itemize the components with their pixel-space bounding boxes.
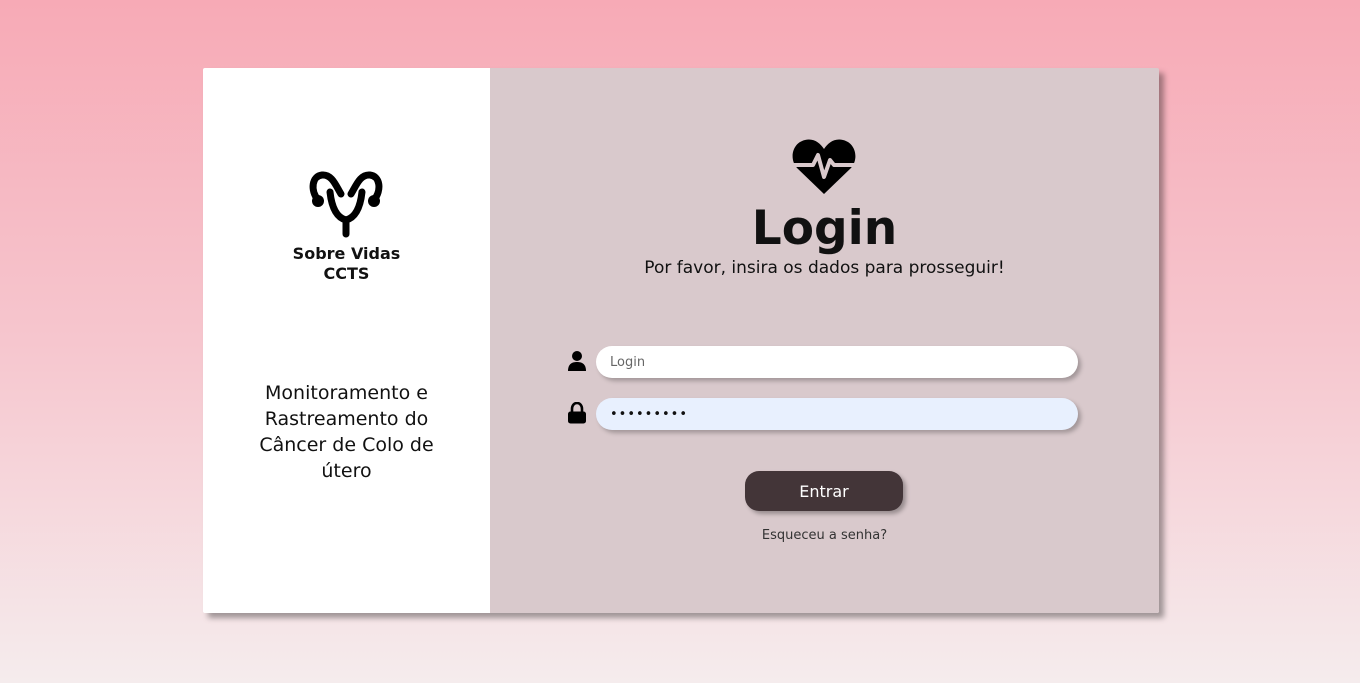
uterus-icon — [309, 171, 383, 238]
login-input[interactable] — [596, 346, 1078, 378]
tagline: Monitoramento e Rastreamento do Câncer d… — [259, 382, 434, 482]
page-title: Login — [751, 201, 898, 256]
brand-panel: Sobre Vidas CCTS Monitoramento e Rastrea… — [203, 68, 490, 613]
login-card: Sobre Vidas CCTS Monitoramento e Rastrea… — [203, 68, 1159, 613]
password-input[interactable] — [596, 398, 1078, 430]
heart-pulse-icon — [791, 139, 857, 194]
lock-icon — [568, 402, 586, 424]
login-subtitle: Por favor, insira os dados para prossegu… — [644, 258, 1005, 278]
brand-line-2: CCTS — [323, 264, 370, 283]
brand-name: Sobre Vidas CCTS — [203, 244, 490, 284]
user-icon — [568, 351, 586, 371]
brand-line-1: Sobre Vidas — [292, 244, 401, 263]
login-panel: Login Por favor, insira os dados para pr… — [490, 68, 1159, 613]
forgot-password-link[interactable]: Esqueceu a senha? — [490, 528, 1159, 543]
login-button[interactable]: Entrar — [745, 471, 903, 511]
